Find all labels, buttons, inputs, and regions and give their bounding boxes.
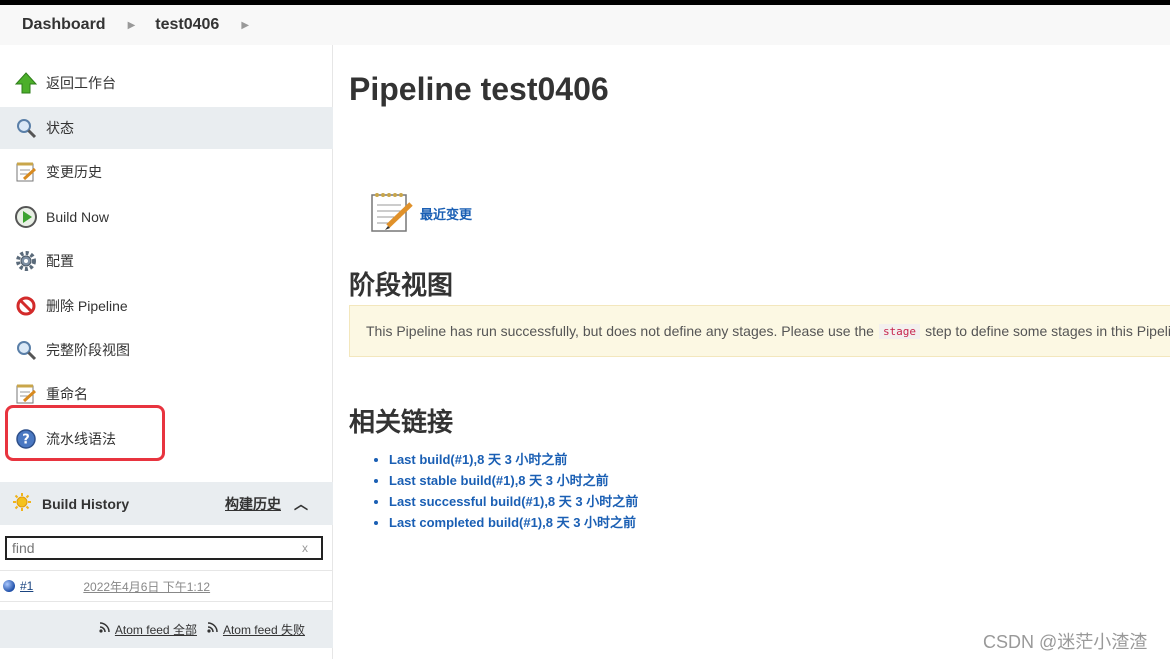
build-date-link[interactable]: 2022年4月6日 下午1:12 [83,578,210,595]
stage-view-heading: 阶段视图 [349,270,454,300]
last-completed-build-link[interactable]: Last completed build(#1),8 天 3 小时之前 [389,515,636,530]
list-item: Last build(#1),8 天 3 小时之前 [389,449,638,470]
list-item: Last successful build(#1),8 天 3 小时之前 [389,491,638,512]
task-build-now[interactable]: Build Now [0,196,333,238]
notice-text-before: This Pipeline has run successfully, but … [366,323,874,339]
last-stable-build-link[interactable]: Last stable build(#1),8 天 3 小时之前 [389,473,609,488]
up-arrow-icon [14,71,38,95]
related-links-heading: 相关链接 [349,407,454,437]
clear-search-icon[interactable]: x [302,541,308,555]
atom-feed-all-label: Atom feed 全部 [114,622,197,637]
main-panel: Pipeline test0406 最近变更 阶段视图 This Pipelin… [349,45,1170,659]
task-full-stage-view[interactable]: 完整阶段视图 [0,329,333,371]
task-label: 删除 Pipeline [46,298,128,314]
build-status-ball-icon [3,580,15,592]
task-label: 配置 [46,253,74,269]
rss-icon [207,622,218,636]
no-entry-icon [14,294,38,318]
build-history-header: Build History 构建历史 ︿ [0,482,333,525]
sidebar: 返回工作台 状态 变更历史 Build Now 配置 删除 Pipeline 完… [0,45,333,659]
magnifier-icon [14,116,38,140]
last-build-link[interactable]: Last build(#1),8 天 3 小时之前 [389,452,567,467]
breadcrumb: Dashboard ▶ test0406 ▶ [0,5,1170,45]
notepad-icon [368,189,414,238]
build-search-box: x [5,536,323,560]
task-label: 变更历史 [46,164,102,180]
recent-changes-link[interactable]: 最近变更 [368,189,472,238]
notepad-icon [14,160,38,184]
rss-icon [99,622,110,636]
task-changes[interactable]: 变更历史 [0,151,333,193]
task-label: 返回工作台 [46,75,116,91]
breadcrumb-separator-icon[interactable]: ▶ [241,20,249,31]
last-successful-build-link[interactable]: Last successful build(#1),8 天 3 小时之前 [389,494,638,509]
task-delete-pipeline[interactable]: 删除 Pipeline [0,285,333,327]
atom-feed-all-link[interactable]: Atom feed 全部 [99,621,197,638]
atom-feed-failed-label: Atom feed 失败 [222,622,305,637]
task-label: Build Now [46,209,110,225]
magnifier-icon [14,338,38,362]
related-links-list: Last build(#1),8 天 3 小时之前 Last stable bu… [369,449,638,533]
atom-feed-bar: Atom feed 全部 Atom feed 失败 [0,610,333,648]
build-number-link[interactable]: #1 [20,579,33,593]
highlight-box [5,405,165,461]
watermark: CSDN @迷茫小渣渣 [983,632,1148,652]
gear-icon [14,249,38,273]
build-trend-link[interactable]: 构建历史 [225,494,281,514]
task-configure[interactable]: 配置 [0,240,333,282]
breadcrumb-dashboard[interactable]: Dashboard [22,16,106,34]
task-label: 重命名 [46,386,88,402]
notice-text-after: step to define some stages in this Pipel… [925,323,1170,339]
breadcrumb-job[interactable]: test0406 [155,16,219,34]
notice-code: stage [878,323,921,339]
no-stages-notice: This Pipeline has run successfully, but … [349,305,1170,357]
chevron-up-icon[interactable]: ︿ [294,494,308,514]
breadcrumb-separator-icon[interactable]: ▶ [128,20,136,31]
task-label: 完整阶段视图 [46,342,130,358]
recent-changes-label: 最近变更 [420,207,473,222]
task-back-to-dashboard[interactable]: 返回工作台 [0,62,333,104]
build-row: #1 2022年4月6日 下午1:12 [0,570,333,602]
list-item: Last completed build(#1),8 天 3 小时之前 [389,512,638,533]
sun-icon [12,492,32,515]
build-history-title: Build History [42,495,130,512]
notepad-icon [14,382,38,406]
task-status[interactable]: 状态 [0,107,333,149]
build-search-input[interactable] [7,538,302,558]
atom-feed-failed-link[interactable]: Atom feed 失败 [207,621,305,638]
clock-play-icon [14,205,38,229]
task-label: 状态 [46,120,74,136]
list-item: Last stable build(#1),8 天 3 小时之前 [389,470,638,491]
page-title: Pipeline test0406 [349,71,609,107]
